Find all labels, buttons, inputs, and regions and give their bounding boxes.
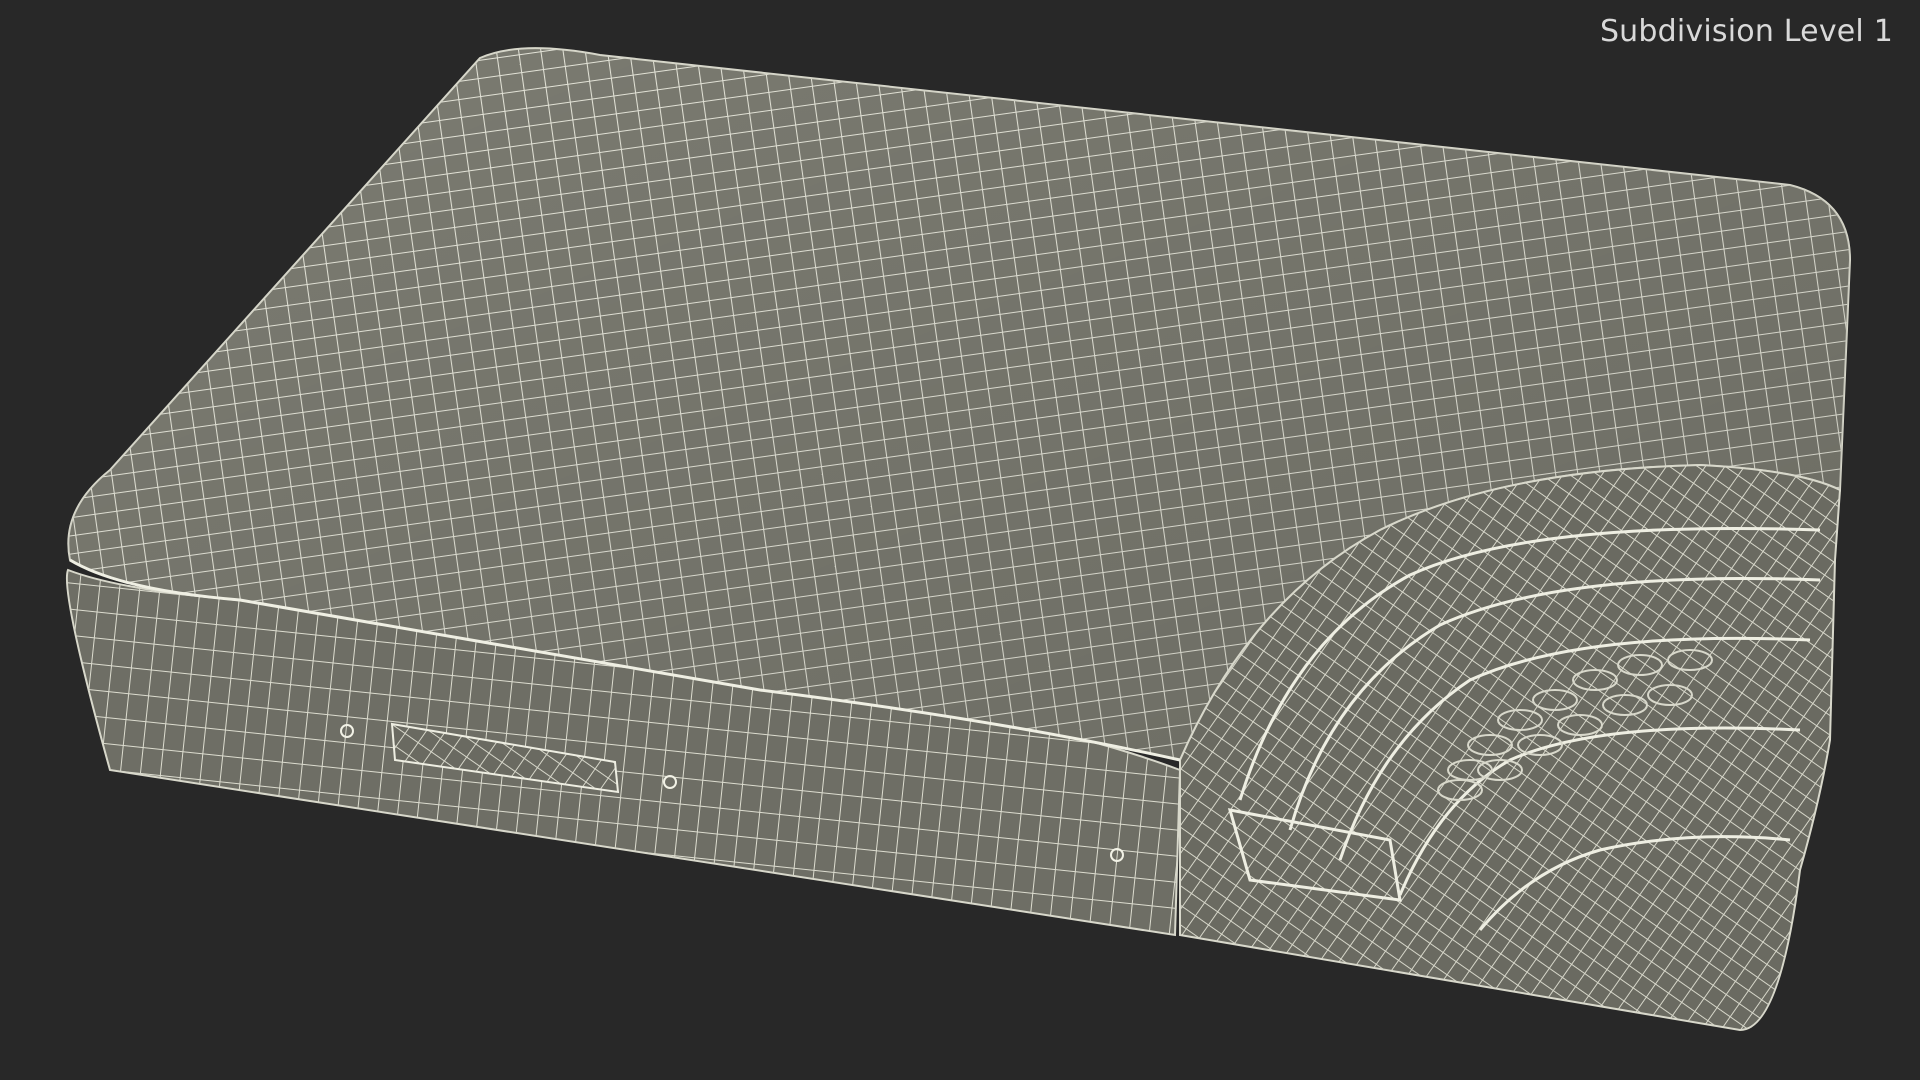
wireframe-render — [65, 47, 1852, 1032]
subdivision-level-label: Subdivision Level 1 — [1599, 14, 1893, 49]
3d-viewport[interactable]: Subdivision Level 1 — [0, 0, 1920, 1080]
